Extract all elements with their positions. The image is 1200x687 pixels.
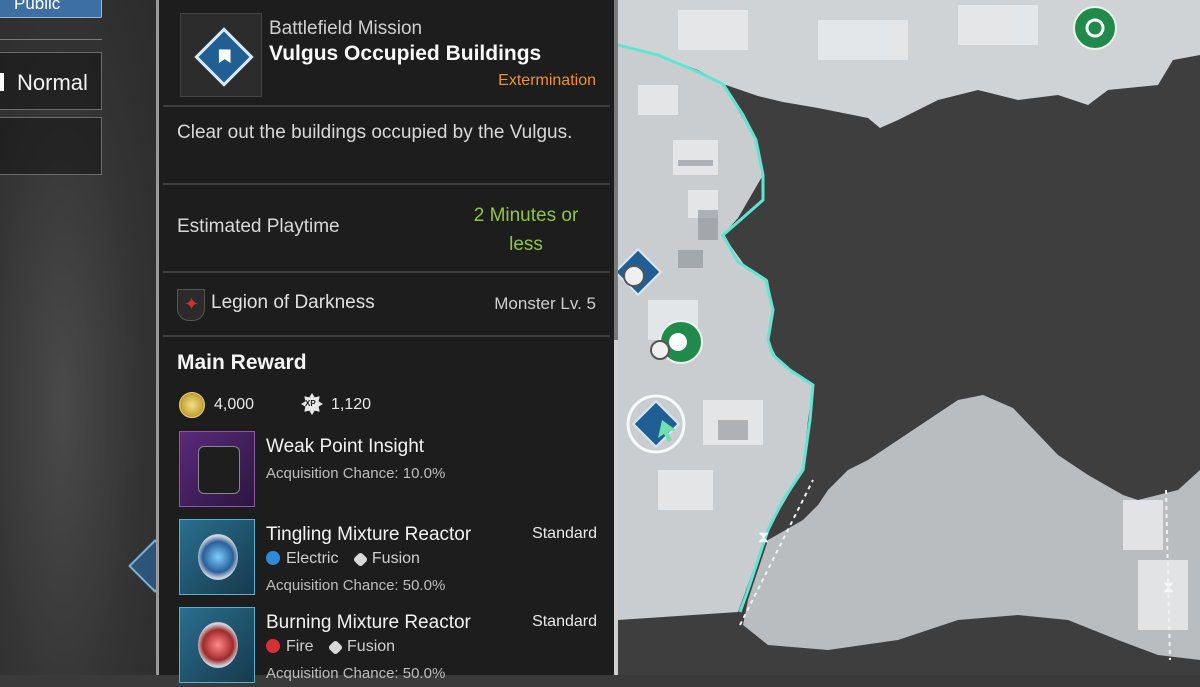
monster-level: Monster Lv. 5 [494,294,596,313]
xp-icon: XP [301,393,323,415]
reactor-icon [198,534,238,580]
reward-chance: Acquisition Chance: 50.0% [266,665,446,682]
xp-amount: 1,120 [331,396,372,413]
reward-tags: Fire Fusion [266,638,407,656]
difficulty-label: Normal [17,70,88,95]
reward-item[interactable]: Tingling Mixture Reactor Standard Electr… [177,519,607,599]
svg-text:⧗: ⧗ [758,527,769,546]
reward-tag: Fusion [371,550,420,567]
divider [163,335,610,337]
divider [163,183,610,185]
est-playtime-value: 2 Minutes or less [473,205,579,255]
divider [163,105,610,107]
reward-grade: Standard [532,613,597,630]
module-icon [198,446,240,494]
gold-coin-icon [179,392,205,418]
electric-icon [266,551,280,565]
divider [163,271,610,273]
reward-name: Burning Mixture Reactor [266,612,471,633]
mission-kind: Extermination [498,72,596,89]
left-map-strip: Public Normal [0,0,182,675]
reward-tag: Fire [286,638,314,655]
reward-tag: Electric [286,550,339,567]
main-reward-heading: Main Reward [177,351,307,374]
xp-icon-label: XP [305,399,316,408]
reward-tag: Fusion [347,638,396,655]
fire-icon [266,639,280,653]
empty-slot-button[interactable] [0,117,102,175]
reward-tags: Electric Fusion [266,550,432,568]
battlefield-marker-icon [194,27,254,87]
public-button[interactable]: Public [0,0,102,18]
reward-item[interactable]: Burning Mixture Reactor Standard Fire Fu… [177,607,607,687]
difficulty-button[interactable]: Normal [0,52,102,110]
reward-thumbnail [179,607,255,683]
reward-name: Tingling Mixture Reactor [266,524,472,545]
map-canvas: ⧗ ⧗ [618,0,1200,661]
reward-thumbnail [179,431,255,507]
mission-type: Battlefield Mission [269,18,423,39]
fusion-icon [327,639,344,656]
svg-text:⧗: ⧗ [1163,577,1174,596]
gold-amount: 4,000 [214,396,255,413]
reward-chance: Acquisition Chance: 10.0% [266,465,446,482]
mission-title: Vulgus Occupied Buildings [269,42,542,65]
mission-detail-panel: Battlefield Mission Vulgus Occupied Buil… [156,0,618,683]
reward-item[interactable]: Weak Point Insight Acquisition Chance: 1… [177,431,607,511]
faction-name: Legion of Darkness [211,292,375,313]
divider [0,39,102,40]
est-playtime-label: Estimated Playtime [177,216,340,237]
mission-description: Clear out the buildings occupied by the … [177,122,573,143]
reward-chance: Acquisition Chance: 50.0% [266,577,446,594]
faction-icon: ✦ [177,289,205,321]
reward-thumbnail [179,519,255,595]
fusion-icon [352,551,369,568]
world-map[interactable]: ⧗ ⧗ [618,0,1200,675]
reward-name: Weak Point Insight [266,436,425,457]
mission-type-icon [180,13,262,97]
reactor-icon [198,622,238,668]
reward-grade: Standard [532,525,597,542]
selection-indicator [0,73,4,91]
